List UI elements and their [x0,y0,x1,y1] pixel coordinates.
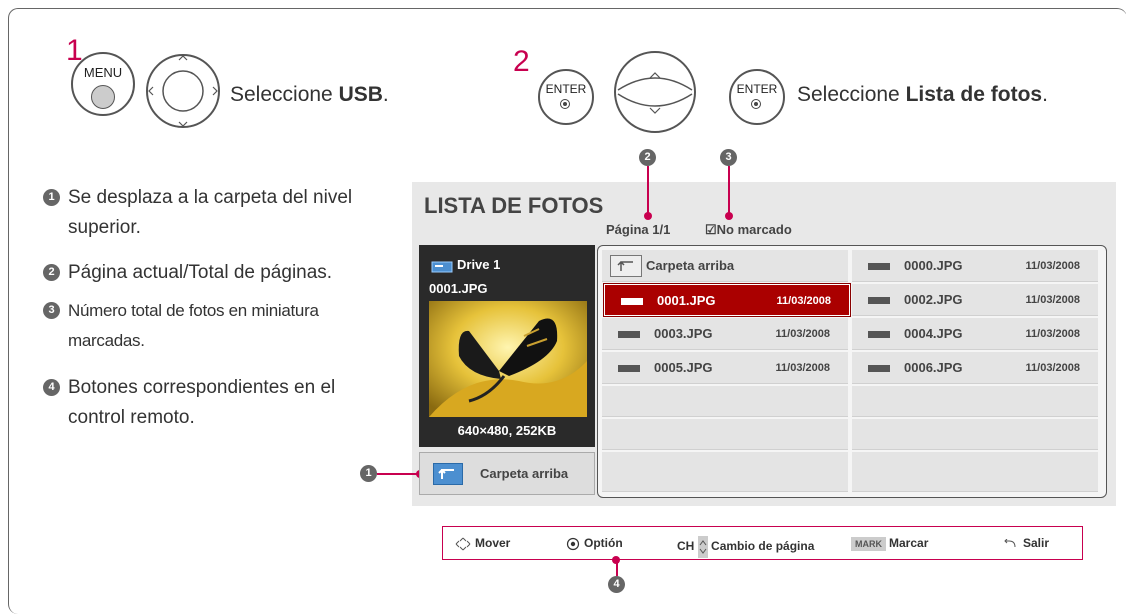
nav-pad-icon[interactable] [137,52,229,130]
callout-2-pin [644,212,652,220]
empty-slot [852,386,1098,417]
page-change-hint: CH Cambio de página [677,536,814,558]
empty-slot [602,452,848,492]
file-item-selected[interactable]: 0001.JPG 11/03/2008 [603,283,851,317]
butterfly-photo [429,301,587,417]
file-date: 11/03/2008 [776,295,831,307]
file-name: 0000.JPG [904,258,963,273]
legend-text: Botones correspondientes en el control r… [68,377,336,428]
file-date: 11/03/2008 [775,362,830,374]
file-name: 0006.JPG [904,360,963,375]
legend-num: 3 [43,302,60,320]
file-item[interactable]: 0002.JPG 11/03/2008 [852,284,1098,316]
file-name: 0002.JPG [904,292,963,307]
step-2-instruction: Seleccione Lista de fotos. [797,83,1048,106]
file-date: 11/03/2008 [1025,260,1080,272]
legend-text: Se desplaza a la carpeta del nivel super… [68,187,353,238]
file-date: 11/03/2008 [1025,362,1080,374]
ch-up-down-icon [697,536,708,558]
enter-button[interactable]: ENTER [538,69,594,125]
folder-up-icon [610,255,642,277]
empty-slot [602,386,848,417]
file-name: 0005.JPG [654,360,713,375]
legend-num: 1 [43,189,60,207]
file-grid: Carpeta arriba 0000.JPG 11/03/2008 0001.J… [597,245,1107,498]
file-item[interactable]: 0004.JPG 11/03/2008 [852,318,1098,350]
move-arrows-icon [455,537,471,551]
photo-thumbnail-icon [618,331,640,338]
mark-hint: MARK Marcar [851,536,928,551]
legend-num: 2 [43,264,60,282]
ok-button-icon [566,537,580,550]
exit-hint: Salir [1003,536,1049,550]
legend-item-4: 4 Botones correspondientes en el control … [43,373,383,433]
drive-label: Drive 1 [431,257,500,273]
page-indicator: Página 1/1 [606,222,671,237]
legend-text: Página actual/Total de páginas. [68,262,333,283]
step-1-instruction: Seleccione USB. [230,83,389,106]
photo-thumbnail-icon [868,365,890,372]
photo-thumbnail-icon [621,298,643,305]
step-2-number: 2 [513,45,530,78]
photo-thumbnail-icon [868,297,890,304]
legend-item-3: 3 Número total de fotos en miniatura marc… [43,296,383,356]
enter-dot-icon [560,99,570,109]
preview-dimensions: 640×480, 252KB [457,423,557,438]
up-down-pad-icon[interactable] [594,50,716,134]
marked-indicator: ☑No marcado [705,222,792,237]
mark-badge: MARK [851,537,886,551]
help-bar: Mover Optión CH Cambio de página MARK Mar… [442,526,1083,560]
file-date: 11/03/2008 [1025,294,1080,306]
file-name: 0004.JPG [904,326,963,341]
enter-label: ENTER [736,82,778,96]
file-date: 11/03/2008 [1025,328,1080,340]
enter-label: ENTER [545,82,587,96]
callout-4-line [616,562,618,576]
file-item[interactable]: 0003.JPG 11/03/2008 [602,318,848,350]
callout-2-line [647,166,649,214]
file-date: 11/03/2008 [775,328,830,340]
callout-2: 2 [639,149,656,166]
photo-thumbnail-icon [868,331,890,338]
file-item[interactable]: 0006.JPG 11/03/2008 [852,352,1098,384]
empty-slot [852,452,1098,492]
file-name: 0003.JPG [654,326,713,341]
callout-4: 4 [608,576,625,593]
preview-filename: 0001.JPG [429,281,488,296]
photo-preview: Drive 1 0001.JPG 640×480, 252KB [419,245,595,447]
photo-thumbnail-icon [618,365,640,372]
file-name: 0001.JPG [657,293,716,308]
legend-text: Número total de fotos en miniatura marca… [68,301,319,350]
callout-3-line [728,166,730,214]
empty-slot [602,419,848,450]
drive-icon [431,261,453,273]
menu-dot-icon [91,85,115,109]
legend-num: 4 [43,379,60,397]
photo-thumbnail-icon [868,263,890,270]
legend-item-1: 1 Se desplaza a la carpeta del nivel supe… [43,183,383,243]
file-item-up[interactable]: Carpeta arriba [602,250,848,282]
file-name: Carpeta arriba [646,258,735,273]
screen-title: LISTA DE FOTOS [424,193,604,218]
return-icon [1004,538,1016,547]
menu-label: MENU [83,65,123,80]
enter-dot-icon [751,99,761,109]
folder-up-icon [433,463,463,485]
up-folder-button[interactable]: Carpeta arriba [419,452,595,495]
move-hint: Mover [455,536,510,551]
menu-button[interactable]: MENU [71,52,135,116]
up-folder-label: Carpeta arriba [480,466,569,481]
callout-3-pin [725,212,733,220]
legend-item-2: 2 Página actual/Total de páginas. [43,258,383,288]
callout-1-line [377,473,419,475]
file-item[interactable]: 0000.JPG 11/03/2008 [852,250,1098,282]
option-hint: Optión [566,536,623,551]
callout-3: 3 [720,149,737,166]
empty-slot [852,419,1098,450]
callout-1: 1 [360,465,377,482]
file-item[interactable]: 0005.JPG 11/03/2008 [602,352,848,384]
enter-button-2[interactable]: ENTER [729,69,785,125]
